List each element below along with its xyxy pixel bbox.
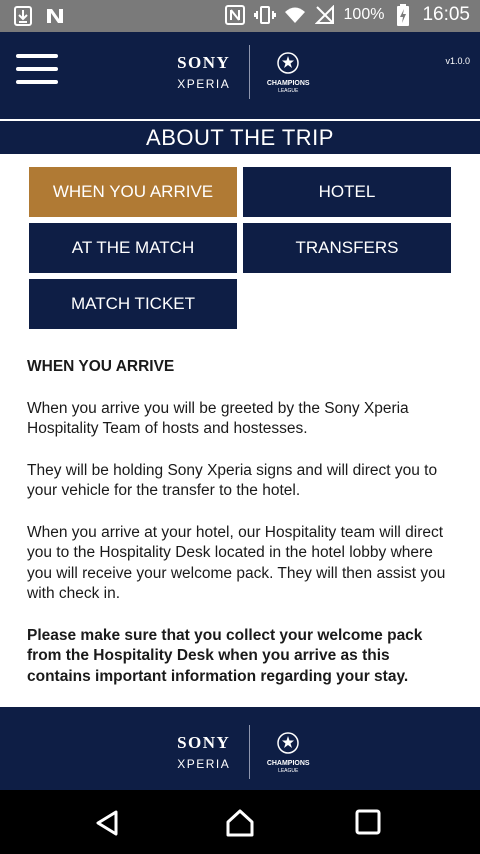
important-note: Please make sure that you collect your w… — [27, 626, 423, 685]
sony-xperia-logo: SONY XPERIA — [166, 53, 241, 91]
battery-charging-icon — [392, 4, 414, 26]
sony-wordmark: SONY — [177, 53, 231, 72]
hamburger-menu-icon[interactable] — [16, 54, 58, 86]
xperia-wordmark: XPERIA — [177, 77, 231, 91]
wifi-icon — [284, 4, 306, 26]
tab-when-you-arrive[interactable]: WHEN YOU ARRIVE — [29, 167, 237, 217]
champions-league-logo: CHAMPIONS LEAGUE — [260, 51, 316, 94]
logo-divider — [249, 45, 251, 99]
back-triangle-icon[interactable] — [92, 808, 122, 838]
header-logo: SONY XPERIA CHAMPIONS LEAGUE — [166, 42, 316, 102]
logo-divider — [249, 725, 251, 779]
xperia-wordmark: XPERIA — [177, 757, 231, 771]
no-signal-icon — [314, 4, 336, 26]
content-section: WHEN YOU ARRIVE When you arrive you will… — [27, 357, 457, 708]
starball-icon — [277, 731, 299, 754]
paragraph-hotel: When you arrive at your hotel, our Hospi… — [27, 523, 446, 603]
ucl-subtitle: LEAGUE — [278, 87, 299, 94]
page-title: ABOUT THE TRIP — [146, 124, 334, 150]
starball-icon — [277, 51, 299, 74]
home-icon[interactable] — [224, 808, 254, 838]
tab-match-ticket[interactable]: MATCH TICKET — [29, 279, 237, 329]
recents-square-icon[interactable] — [354, 808, 384, 838]
section-heading: WHEN YOU ARRIVE — [27, 358, 175, 375]
app-version: v1.0.0 — [445, 56, 470, 66]
page-title-bar: ABOUT THE TRIP — [0, 119, 480, 154]
battery-percent: 100% — [343, 6, 385, 23]
status-bar: 100% 16:05 — [0, 0, 480, 32]
sony-wordmark: SONY — [177, 733, 231, 752]
tab-transfers[interactable]: TRANSFERS — [243, 223, 451, 273]
tab-hotel[interactable]: HOTEL — [243, 167, 451, 217]
system-nav-bar — [0, 790, 480, 854]
ucl-subtitle: LEAGUE — [278, 767, 299, 774]
paragraph-greeting: When you arrive you will be greeted by t… — [27, 399, 409, 438]
ucl-title: CHAMPIONS — [266, 79, 310, 87]
n-notification-icon — [44, 5, 66, 27]
download-notification-icon — [12, 5, 34, 27]
ucl-title: CHAMPIONS — [266, 759, 310, 767]
tab-at-the-match[interactable]: AT THE MATCH — [29, 223, 237, 273]
paragraph-signs: They will be holding Sony Xperia signs a… — [27, 461, 438, 500]
clock: 16:05 — [422, 4, 470, 25]
nfc-icon — [224, 4, 246, 26]
footer-logo: SONY XPERIA CHAMPIONS LEAGUE — [166, 722, 316, 782]
champions-league-logo: CHAMPIONS LEAGUE — [260, 731, 316, 774]
sony-xperia-logo: SONY XPERIA — [166, 733, 241, 771]
vibrate-icon — [253, 4, 276, 26]
